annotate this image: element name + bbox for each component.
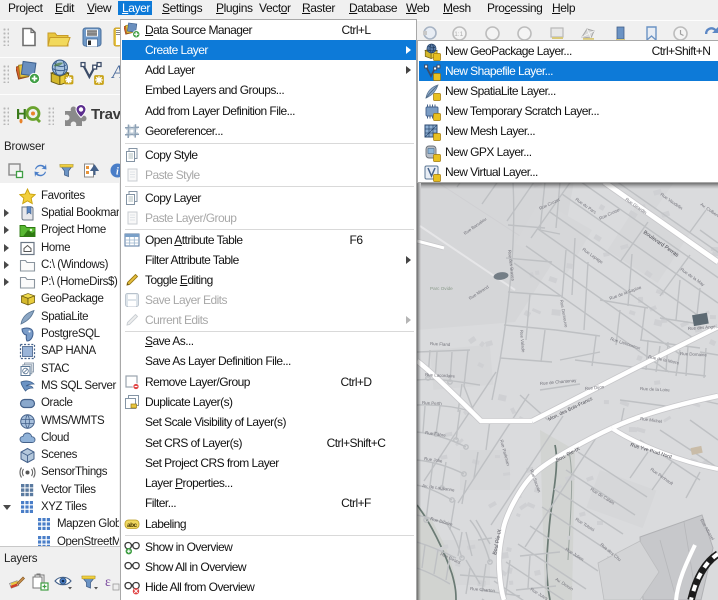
svg-text:Parc Ovide: Parc Ovide [430,286,453,291]
svg-text:1:1: 1:1 [454,31,463,38]
svg-text:ε: ε [105,575,111,590]
svg-text:abc: abc [127,522,137,529]
svg-text:Rue Perth: Rue Perth [422,400,443,406]
svg-text:i: i [116,167,119,178]
